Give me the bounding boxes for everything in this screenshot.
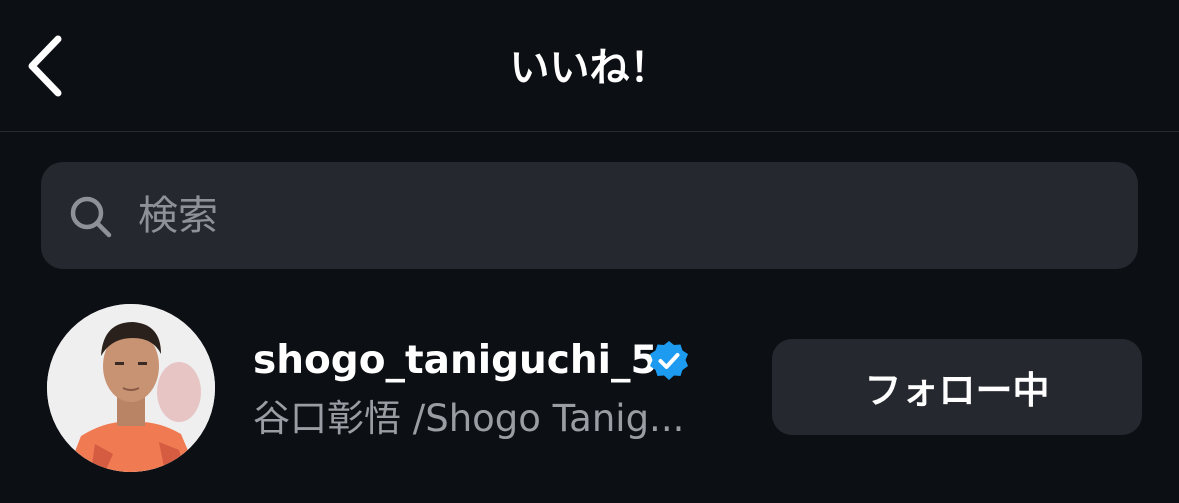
username[interactable]: shogo_taniguchi_5 — [253, 333, 658, 389]
profile-photo — [47, 304, 215, 472]
page-title: いいね！ — [509, 45, 670, 91]
full-name: 谷口彰悟 /Shogo Tanig... — [253, 397, 685, 440]
likes-screen: いいね！ shogo_taniguchi_5 — [0, 0, 1179, 503]
search-input[interactable] — [138, 184, 1038, 248]
avatar[interactable] — [47, 304, 215, 472]
verified-badge-icon — [650, 341, 688, 380]
following-button[interactable]: フォロー中 — [772, 339, 1142, 435]
search-icon — [70, 196, 112, 238]
header: いいね！ — [0, 0, 1179, 132]
